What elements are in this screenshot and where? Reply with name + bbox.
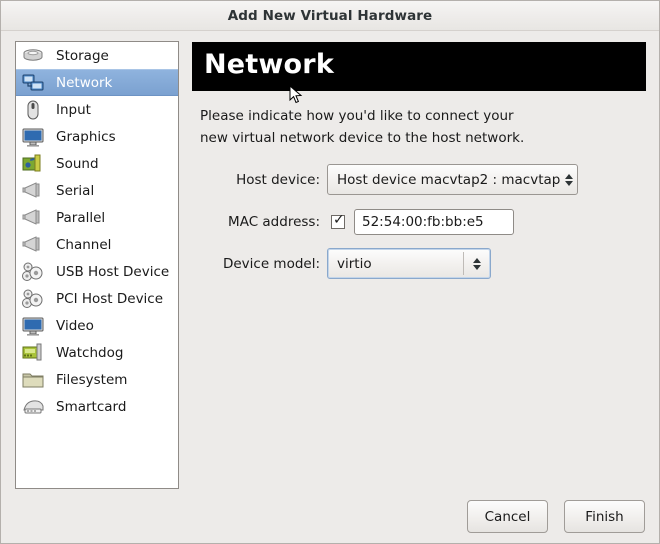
monitor-icon bbox=[22, 126, 46, 148]
chevron-updown-icon bbox=[463, 252, 490, 275]
sidebar-item-label: PCI Host Device bbox=[56, 290, 164, 307]
sidebar-item-label: Storage bbox=[56, 47, 109, 64]
pci-host-icon bbox=[22, 288, 46, 310]
page-description: Please indicate how you'd like to connec… bbox=[200, 108, 525, 146]
host-device-combobox[interactable]: Host device macvtap2 : macvtap bbox=[327, 164, 578, 195]
host-device-label: Host device: bbox=[236, 171, 320, 188]
window-title: Add New Virtual Hardware bbox=[227, 8, 433, 24]
mac-address-checkbox[interactable]: ✓ bbox=[331, 212, 345, 229]
folder-icon bbox=[22, 369, 46, 391]
device-model-value: virtio bbox=[337, 255, 372, 272]
sidebar-item-smartcard[interactable]: Smartcard bbox=[16, 393, 178, 420]
storage-icon bbox=[22, 45, 46, 67]
sidebar-item-input[interactable]: Input bbox=[16, 96, 178, 123]
sidebar-item-network[interactable]: Network bbox=[16, 69, 178, 96]
sidebar-item-graphics[interactable]: Graphics bbox=[16, 123, 178, 150]
sidebar-item-serial[interactable]: Serial bbox=[16, 177, 178, 204]
sidebar-item-label: Network bbox=[56, 74, 113, 91]
device-model-combobox[interactable]: virtio bbox=[327, 248, 491, 279]
mouse-icon bbox=[22, 99, 46, 121]
mac-address-row: MAC address: ✓ 52:54:00:fb:bb:e5 bbox=[200, 209, 580, 235]
cancel-button-label: Cancel bbox=[484, 508, 531, 525]
sidebar-item-pci-host-device[interactable]: PCI Host Device bbox=[16, 285, 178, 312]
page-banner: Network bbox=[192, 42, 646, 91]
sidebar-item-usb-host-device[interactable]: USB Host Device bbox=[16, 258, 178, 285]
sidebar-item-parallel[interactable]: Parallel bbox=[16, 204, 178, 231]
finish-button-label: Finish bbox=[585, 508, 624, 525]
cancel-button[interactable]: Cancel bbox=[467, 500, 548, 533]
host-device-value: Host device macvtap2 : macvtap bbox=[337, 171, 561, 188]
chevron-updown-icon bbox=[560, 173, 577, 186]
video-icon bbox=[22, 315, 46, 337]
sidebar-item-watchdog[interactable]: Watchdog bbox=[16, 339, 178, 366]
sidebar-item-label: Channel bbox=[56, 236, 112, 253]
network-icon bbox=[22, 72, 46, 94]
sidebar-item-label: Graphics bbox=[56, 128, 116, 145]
sidebar-item-label: Watchdog bbox=[56, 344, 124, 361]
sidebar-item-storage[interactable]: Storage bbox=[16, 42, 178, 69]
hardware-category-list[interactable]: Storage Network Input Graphics Sound Serial Pa… bbox=[15, 41, 179, 489]
watchdog-card-icon bbox=[22, 342, 46, 364]
sidebar-item-label: Smartcard bbox=[56, 398, 127, 415]
checkmark-icon: ✓ bbox=[333, 212, 345, 228]
serial-port-icon bbox=[22, 180, 46, 202]
parallel-port-icon bbox=[22, 207, 46, 229]
mac-address-label: MAC address: bbox=[228, 214, 320, 230]
sound-icon bbox=[22, 153, 46, 175]
sidebar-item-filesystem[interactable]: Filesystem bbox=[16, 366, 178, 393]
sidebar-item-label: USB Host Device bbox=[56, 263, 170, 280]
channel-icon bbox=[22, 234, 46, 256]
usb-host-icon bbox=[22, 261, 46, 283]
sidebar-item-label: Sound bbox=[56, 155, 99, 172]
add-hardware-dialog: Add New Virtual Hardware Storage Network I… bbox=[0, 0, 660, 544]
mac-address-input[interactable]: 52:54:00:fb:bb:e5 bbox=[354, 209, 514, 235]
sidebar-item-label: Input bbox=[56, 101, 91, 118]
smartcard-icon bbox=[22, 396, 46, 418]
page-title: Network bbox=[204, 49, 334, 80]
title-bar: Add New Virtual Hardware bbox=[1, 1, 659, 31]
sidebar-item-sound[interactable]: Sound bbox=[16, 150, 178, 177]
sidebar-item-label: Filesystem bbox=[56, 371, 128, 388]
device-model-label: Device model: bbox=[222, 255, 320, 272]
sidebar-item-channel[interactable]: Channel bbox=[16, 231, 178, 258]
sidebar-item-label: Video bbox=[56, 317, 94, 334]
finish-button[interactable]: Finish bbox=[564, 500, 645, 533]
sidebar-item-video[interactable]: Video bbox=[16, 312, 178, 339]
sidebar-item-label: Serial bbox=[56, 182, 95, 199]
host-device-row: Host device: Host device macvtap2 : macv… bbox=[200, 164, 580, 195]
sidebar-item-label: Parallel bbox=[56, 209, 106, 226]
device-model-row: Device model: virtio bbox=[200, 248, 580, 279]
mac-address-value: 52:54:00:fb:bb:e5 bbox=[362, 214, 484, 230]
